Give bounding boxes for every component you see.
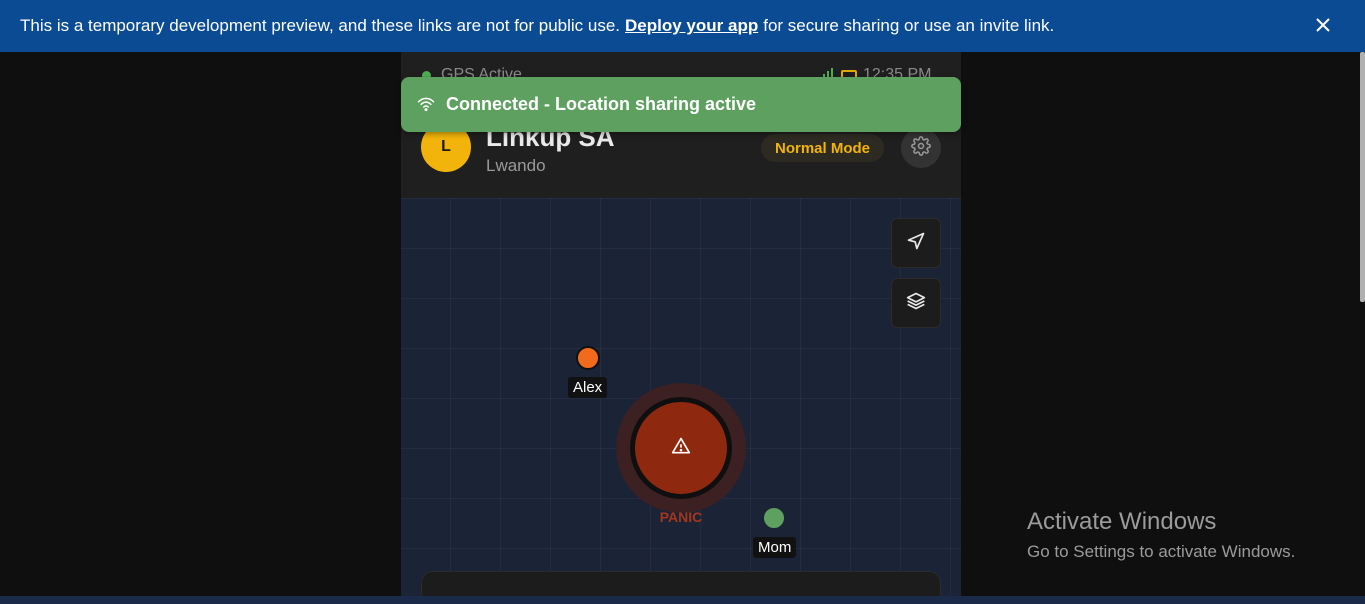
taskbar-edge — [0, 596, 1365, 604]
connection-toast: Connected - Location sharing active — [401, 77, 961, 132]
close-icon[interactable] — [1311, 13, 1335, 37]
toast-message: Connected - Location sharing active — [446, 94, 757, 114]
contact-marker-mom[interactable] — [762, 506, 786, 530]
user-name: Lwando — [486, 156, 546, 175]
warning-icon — [671, 436, 691, 461]
banner-text-suffix: for secure sharing or use an invite link… — [763, 16, 1055, 35]
activation-watermark-subtitle: Go to Settings to activate Windows. — [1027, 542, 1296, 561]
settings-button[interactable] — [901, 128, 941, 168]
mode-badge[interactable]: Normal Mode — [761, 134, 885, 162]
layers-icon — [906, 291, 926, 316]
recenter-button[interactable] — [891, 218, 941, 268]
layers-button[interactable] — [891, 278, 941, 328]
panic-label: PANIC — [659, 509, 703, 525]
deploy-app-link[interactable]: Deploy your app — [625, 16, 758, 36]
activation-watermark-title: Activate Windows — [1027, 508, 1217, 535]
dev-preview-banner: This is a temporary development preview,… — [0, 0, 1365, 52]
contact-label-alex: Alex — [568, 377, 608, 398]
contact-marker-alex[interactable] — [576, 346, 600, 370]
contact-label-mom: Mom — [753, 537, 797, 558]
gear-icon — [911, 135, 931, 161]
panic-button[interactable] — [630, 397, 732, 499]
app-frame: GPS Active 12:35 PM L Linkup SA Lwando N… — [401, 52, 961, 604]
page-scrollbar[interactable] — [1360, 52, 1365, 302]
banner-text: This is a temporary development preview,… — [20, 16, 621, 35]
navigation-icon — [906, 231, 926, 256]
wifi-icon — [417, 96, 435, 117]
map-view[interactable]: Alex Mom PANIC — [401, 198, 961, 604]
